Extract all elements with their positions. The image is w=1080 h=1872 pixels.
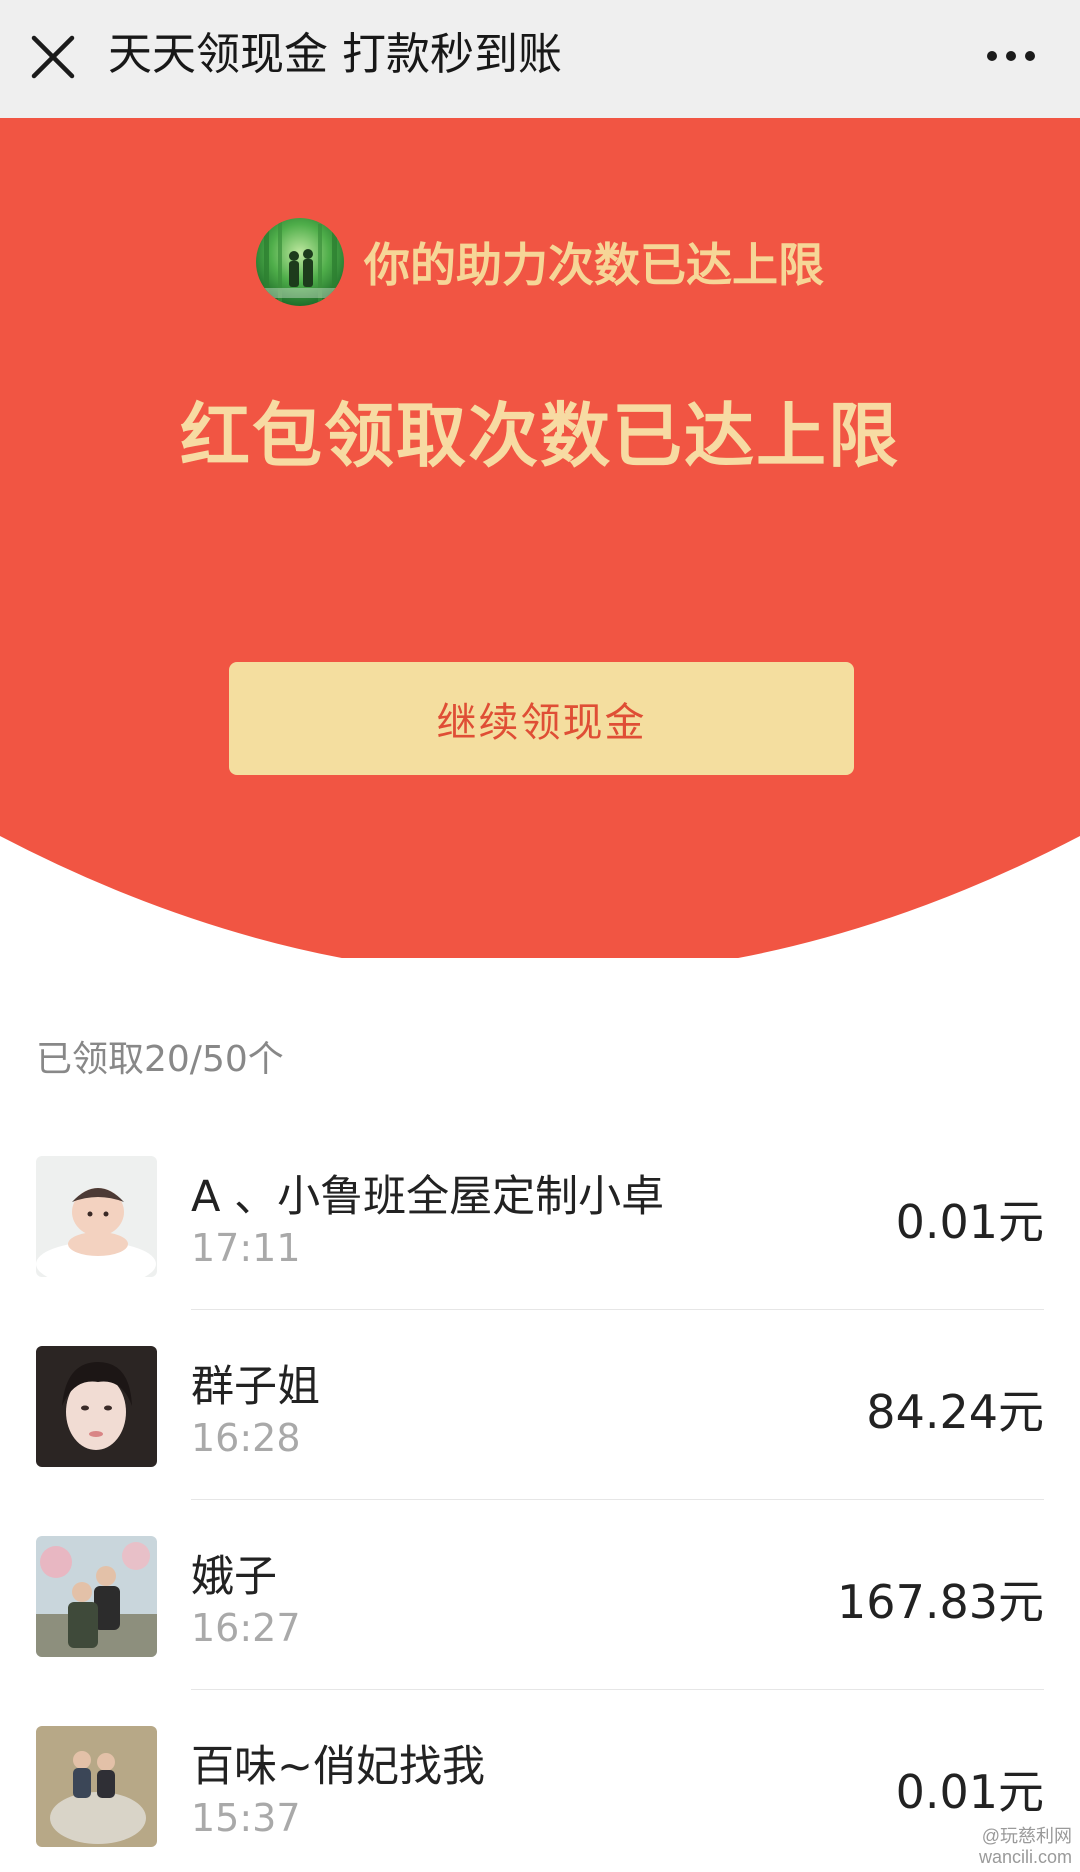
record-amount: 167.83元 bbox=[837, 1575, 1044, 1629]
top-navbar: 天天领现金 打款秒到账 bbox=[0, 0, 1080, 118]
record-time: 15:37 bbox=[191, 1796, 301, 1840]
red-packet-limit-message: 红包领取次数已达上限 bbox=[180, 395, 900, 477]
baby-avatar-image bbox=[36, 1156, 157, 1277]
helper-limit-text: 你的助力次数已达上限 bbox=[364, 238, 824, 292]
kids-on-rock-avatar-image bbox=[36, 1726, 157, 1847]
record-time: 16:28 bbox=[191, 1416, 301, 1460]
received-count: 已领取20/50个 bbox=[36, 1039, 284, 1080]
record-name: 百味~俏妃找我 bbox=[191, 1742, 486, 1792]
record-name: A 、小鲁班全屋定制小卓 bbox=[191, 1172, 665, 1222]
sharer-avatar bbox=[256, 218, 344, 306]
list-item[interactable]: A 、小鲁班全屋定制小卓 17:11 0.01元 bbox=[0, 1120, 1080, 1310]
couple-outdoor-avatar-image bbox=[36, 1536, 157, 1657]
record-amount: 0.01元 bbox=[895, 1195, 1044, 1249]
record-name: 群子姐 bbox=[191, 1362, 320, 1412]
continue-claim-label: 继续领现金 bbox=[436, 699, 647, 746]
site-watermark: @玩慈利网 wancili.com bbox=[979, 1826, 1072, 1868]
page-title: 天天领现金 打款秒到账 bbox=[108, 29, 562, 80]
close-button[interactable] bbox=[24, 20, 84, 90]
more-dots-icon bbox=[987, 51, 1035, 61]
record-time: 16:27 bbox=[191, 1606, 301, 1650]
record-amount: 0.01元 bbox=[895, 1765, 1044, 1819]
list-item[interactable]: 百味~俏妃找我 15:37 0.01元 bbox=[0, 1690, 1080, 1872]
avatar bbox=[36, 1536, 157, 1657]
watermark-line-1: @玩慈利网 bbox=[981, 1826, 1072, 1846]
watermark-line-2: wancili.com bbox=[978, 1847, 1072, 1867]
page: 天天领现金 打款秒到账 你的助力次数已达上限 红包领取次数已达上限 继续领现金 … bbox=[0, 0, 1080, 1872]
forest-couple-avatar-image bbox=[256, 218, 344, 306]
more-options-button[interactable] bbox=[976, 20, 1046, 90]
list-item[interactable]: 娥子 16:27 167.83元 bbox=[0, 1500, 1080, 1690]
list-item[interactable]: 群子姐 16:28 84.24元 bbox=[0, 1310, 1080, 1500]
avatar bbox=[36, 1346, 157, 1467]
record-amount: 84.24元 bbox=[866, 1385, 1044, 1439]
woman-portrait-avatar-image bbox=[36, 1346, 157, 1467]
avatar bbox=[36, 1726, 157, 1847]
record-time: 17:11 bbox=[191, 1226, 301, 1270]
close-icon bbox=[31, 35, 75, 79]
red-packet-header: 你的助力次数已达上限 红包领取次数已达上限 继续领现金 bbox=[0, 118, 1080, 958]
record-name: 娥子 bbox=[191, 1552, 277, 1602]
continue-claim-button[interactable]: 继续领现金 bbox=[229, 662, 854, 775]
helper-status-row: 你的助力次数已达上限 bbox=[0, 218, 1080, 306]
avatar bbox=[36, 1156, 157, 1277]
claim-records-list: A 、小鲁班全屋定制小卓 17:11 0.01元 群子姐 16:28 84.24… bbox=[0, 1120, 1080, 1872]
